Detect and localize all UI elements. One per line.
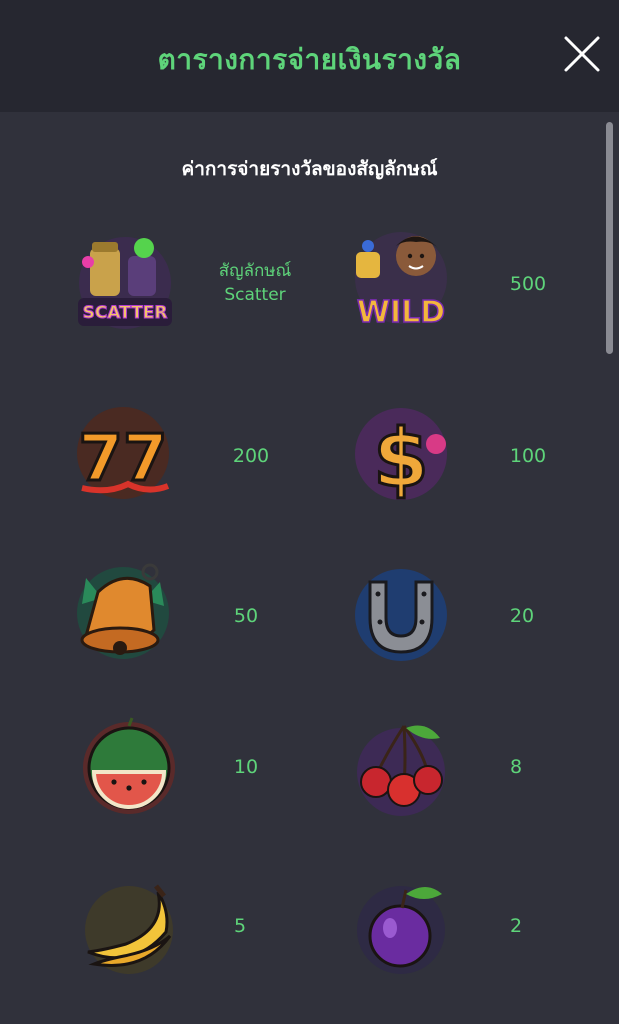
watermelon-symbol bbox=[74, 712, 184, 822]
scatter-label-en: Scatter bbox=[224, 285, 286, 305]
svg-text:77: 77 bbox=[78, 422, 167, 496]
bell-payout: 50 bbox=[233, 605, 259, 627]
wild-symbol: WILD bbox=[346, 226, 456, 336]
paytable-page: ตารางการจ่ายเงินรางวัล ค่าการจ่ายรางวัลข… bbox=[0, 0, 619, 1024]
dollar-payout: 100 bbox=[509, 445, 547, 467]
cherry-payout: 8 bbox=[509, 756, 523, 778]
svg-text:SCATTER: SCATTER bbox=[83, 303, 168, 323]
cherry-symbol bbox=[346, 714, 456, 824]
banana-icon bbox=[85, 884, 173, 974]
cherry-icon bbox=[357, 725, 445, 816]
section-title: ค่าการจ่ายรางวัลของสัญลักษณ์ bbox=[181, 158, 438, 180]
wild-payout: 500 bbox=[509, 273, 547, 295]
svg-text:WILD: WILD bbox=[357, 295, 445, 330]
dollar-icon: $ bbox=[355, 408, 447, 507]
svg-text:$: $ bbox=[373, 412, 429, 505]
seven-payout: 200 bbox=[232, 445, 270, 467]
horseshoe-symbol bbox=[346, 560, 456, 670]
plum-payout: 2 bbox=[509, 915, 523, 937]
watermelon-payout: 10 bbox=[233, 756, 259, 778]
close-button[interactable] bbox=[560, 32, 604, 76]
horseshoe-payout: 20 bbox=[509, 605, 535, 627]
plum-icon bbox=[357, 886, 445, 974]
scatter-label: สัญลักษณ์ Scatter bbox=[200, 259, 310, 307]
banana-symbol bbox=[74, 872, 184, 982]
page-title: ตารางการจ่ายเงินรางวัล bbox=[157, 43, 462, 76]
wild-icon: WILD bbox=[355, 232, 447, 331]
dollar-symbol: $ bbox=[346, 398, 456, 508]
close-icon bbox=[564, 36, 600, 72]
scatter-label-thai: สัญลักษณ์ bbox=[218, 261, 292, 281]
bell-symbol bbox=[68, 558, 178, 668]
scatter-icon: SCATTER bbox=[78, 237, 172, 329]
seven-icon: 77 bbox=[77, 407, 170, 499]
banana-payout: 5 bbox=[233, 915, 247, 937]
watermelon-icon bbox=[83, 717, 175, 814]
scatter-symbol: SCATTER bbox=[70, 228, 180, 338]
bell-icon bbox=[77, 563, 169, 659]
header-bar: ตารางการจ่ายเงินรางวัล bbox=[0, 0, 619, 112]
horseshoe-icon bbox=[355, 569, 447, 661]
seven-symbol: 77 bbox=[68, 398, 178, 508]
plum-symbol bbox=[346, 872, 456, 982]
